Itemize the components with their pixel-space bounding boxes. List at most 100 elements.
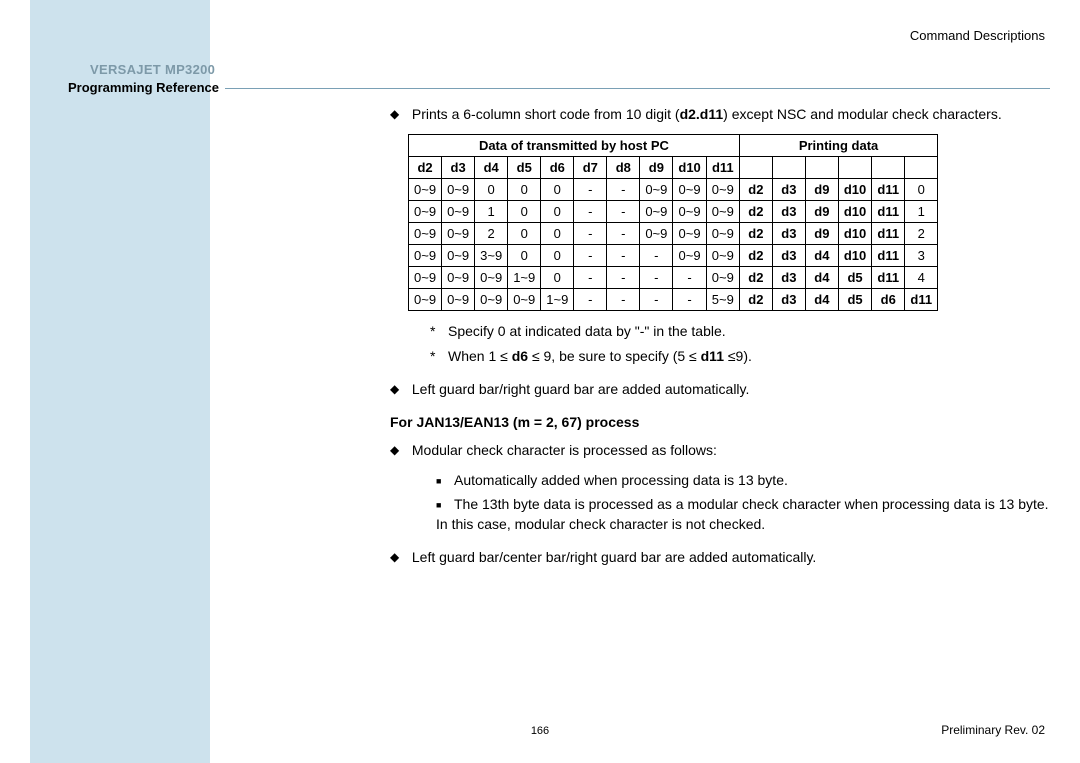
note: *When 1 ≤ d6 ≤ 9, be sure to specify (5 … [430,346,1050,367]
col-head: d3 [442,157,475,179]
text: ≤ 9, be sure to specify (5 ≤ [528,348,701,364]
table-cell: 5~9 [706,289,739,311]
table-cell: - [607,201,640,223]
table-cell: 0 [541,201,574,223]
text: Prints a 6-column short code from 10 dig… [412,106,680,122]
table-cell: - [607,267,640,289]
sub-bullet: ■ Automatically added when processing dat… [436,470,1050,490]
table-cell: 0~9 [673,201,706,223]
table-header: Printing data [739,135,937,157]
table-cell: 1 [905,201,938,223]
asterisk-icon: * [430,346,448,367]
table-cell: d9 [805,179,838,201]
table-cell: - [574,289,607,311]
bullet-item: ◆ Left guard bar/right guard bar are add… [408,379,1050,399]
text-bold: d6 [512,348,528,364]
table-cell: - [574,245,607,267]
col-head: d4 [475,157,508,179]
text: The 13th byte data is processed as a mod… [436,496,1049,532]
table-cell: 0~9 [475,289,508,311]
table-cell: 0 [508,201,541,223]
table-cell: d10 [838,201,871,223]
table-cell: 0~9 [442,289,475,311]
note: *Specify 0 at indicated data by "-" in t… [430,321,1050,342]
table-cell: 0~9 [409,289,442,311]
table-cell: d4 [805,267,838,289]
col-head: d6 [541,157,574,179]
table-cell: 0~9 [409,223,442,245]
table-cell: 0~9 [442,179,475,201]
table-cell: 0~9 [442,201,475,223]
table-cell: 0 [541,245,574,267]
table-cell: - [607,245,640,267]
table-cell: 0~9 [673,179,706,201]
table-cell: 0~9 [409,267,442,289]
diamond-icon: ◆ [390,381,400,398]
table-cell: d11 [872,245,905,267]
col-head [838,157,871,179]
table-cell: d6 [872,289,905,311]
table-cell: d11 [905,289,938,311]
text: ) except NSC and modular check character… [723,106,1002,122]
square-icon: ■ [436,499,446,512]
table-row: 0~90~9000--0~90~90~9d2d3d9d10d110 [409,179,938,201]
table-cell: 2 [475,223,508,245]
col-head: d2 [409,157,442,179]
col-head [772,157,805,179]
table-cell: 0 [508,223,541,245]
table-cell: - [640,289,673,311]
col-head [739,157,772,179]
bullet-item: ◆ Modular check character is processed a… [408,440,1050,460]
table-cell: 0 [905,179,938,201]
table-cell: d2 [739,267,772,289]
table-cell: d2 [739,289,772,311]
table-cell: - [574,223,607,245]
table-cell: 0~9 [706,245,739,267]
diamond-icon: ◆ [390,106,400,123]
table-cell: - [607,223,640,245]
text: Specify 0 at indicated data by "-" in th… [448,323,726,339]
page-number: 166 [0,725,1080,737]
col-head [805,157,838,179]
sidebar-band [30,0,210,763]
data-table: Data of transmitted by host PC Printing … [408,134,938,311]
table-cell: d3 [772,267,805,289]
table-header: Data of transmitted by host PC [409,135,740,157]
table-cell: d3 [772,223,805,245]
table-cell: 0~9 [475,267,508,289]
table-cell: 0~9 [640,201,673,223]
table-cell: d10 [838,245,871,267]
table-cell: - [574,267,607,289]
table-cell: d5 [838,289,871,311]
table-cell: 0~9 [409,201,442,223]
table-cell: 0 [508,245,541,267]
bullet-item: ◆ Prints a 6-column short code from 10 d… [408,104,1050,124]
table-cell: d2 [739,179,772,201]
square-icon: ■ [436,475,446,488]
section-header: Command Descriptions [910,28,1045,43]
horizontal-rule [225,88,1050,90]
text-bold: d11 [701,348,724,364]
table-cell: 0~9 [640,223,673,245]
table-cell: 0~9 [706,223,739,245]
table-cell: 0~9 [409,245,442,267]
table-cell: d4 [805,289,838,311]
table-row: 0~90~90~90~91~9----5~9d2d3d4d5d6d11 [409,289,938,311]
table-cell: d10 [838,223,871,245]
table-cell: - [640,267,673,289]
table-cell: 0 [541,267,574,289]
table-cell: 0~9 [442,267,475,289]
table-cell: - [673,267,706,289]
text: Automatically added when processing data… [454,472,788,488]
asterisk-icon: * [430,321,448,342]
table-cell: d9 [805,201,838,223]
footer-revision: Preliminary Rev. 02 [941,723,1045,737]
table-cell: d4 [805,245,838,267]
table-cell: d3 [772,289,805,311]
main-content: ◆ Prints a 6-column short code from 10 d… [390,104,1050,577]
table-cell: 0 [508,179,541,201]
table-cell: - [607,289,640,311]
table-cell: d11 [872,201,905,223]
table-row: 0~90~9200--0~90~90~9d2d3d9d10d112 [409,223,938,245]
table-cell: 4 [905,267,938,289]
